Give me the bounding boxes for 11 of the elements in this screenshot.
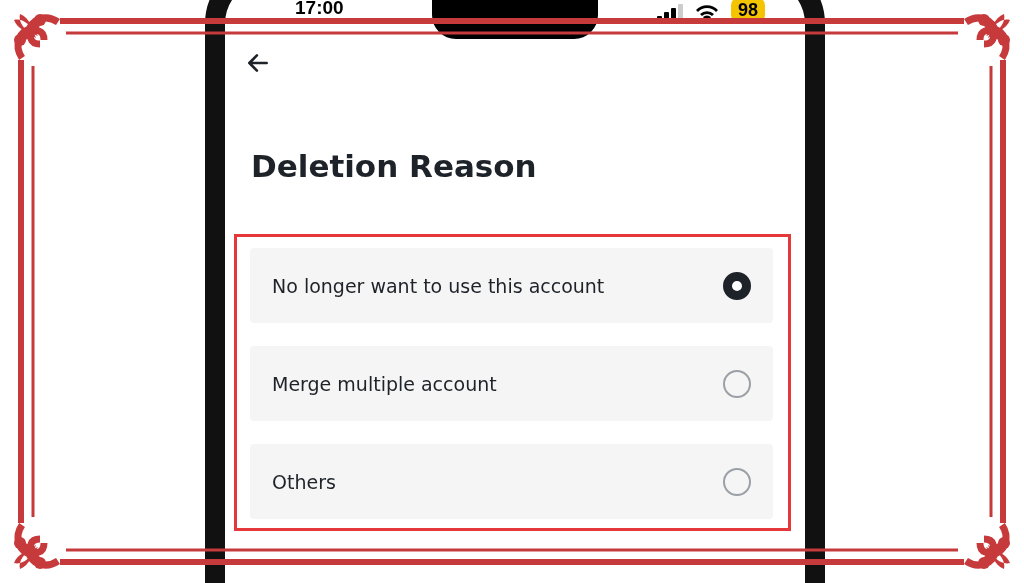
- reason-option[interactable]: Others: [250, 444, 773, 519]
- reason-option[interactable]: No longer want to use this account: [250, 248, 773, 323]
- page-title: Deletion Reason: [251, 147, 538, 186]
- radio-button[interactable]: [723, 369, 751, 398]
- reason-label: Merge multiple account: [272, 372, 498, 395]
- reason-option[interactable]: Merge multiple account: [250, 346, 773, 421]
- status-time: 17:00: [295, 0, 344, 16]
- reason-label: No longer want to use this account: [272, 274, 606, 297]
- reason-label: Others: [272, 470, 337, 493]
- radio-button[interactable]: [723, 271, 751, 300]
- radio-button[interactable]: [723, 467, 751, 496]
